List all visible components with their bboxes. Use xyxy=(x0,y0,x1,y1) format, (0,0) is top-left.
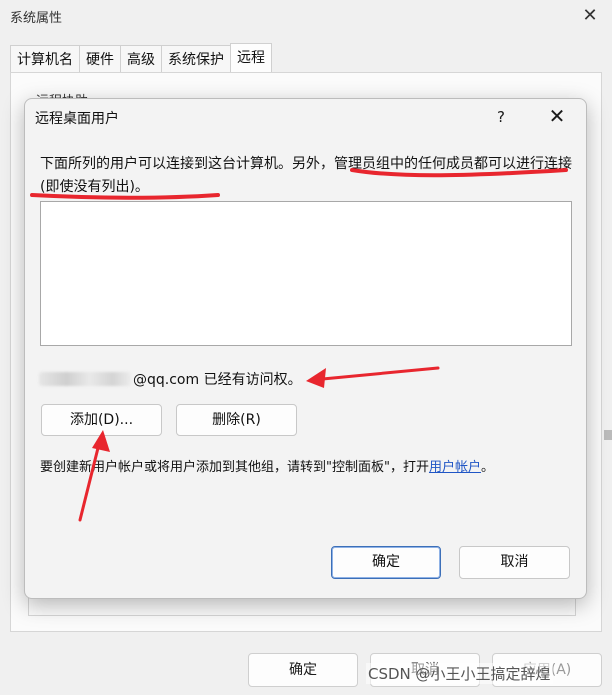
window-edge-detail xyxy=(604,430,612,440)
tab-remote[interactable]: 远程 xyxy=(230,43,272,73)
cancel-button[interactable]: 取消 xyxy=(459,546,570,579)
remote-desktop-users-dialog: 远程桌面用户 ? ✕ 下面所列的用户可以连接到这台计算机。另外，管理员组中的任何… xyxy=(24,98,587,599)
blurred-account-name xyxy=(39,372,131,386)
watermark: CSDN @小王小王搞定辞煌 xyxy=(366,663,553,684)
ok-button[interactable]: 确定 xyxy=(331,546,441,579)
access-status: @qq.com 已经有访问权。 xyxy=(39,369,302,389)
user-accounts-link[interactable]: 用户帐户 xyxy=(429,460,481,475)
close-icon[interactable]: ✕ xyxy=(545,103,569,129)
user-accounts-hint: 要创建新用户帐户或将用户添加到其他组，请转到"控制面板"，打开用户帐户。 xyxy=(40,456,494,475)
dialog-description: 下面所列的用户可以连接到这台计算机。另外，管理员组中的任何成员都可以进行连接(即… xyxy=(40,156,572,195)
hint-text: 要创建新用户帐户或将用户添加到其他组，请转到"控制面板"，打开 xyxy=(40,460,429,475)
user-list[interactable] xyxy=(40,201,572,346)
help-icon[interactable]: ? xyxy=(491,105,511,129)
hint-end: 。 xyxy=(480,460,494,475)
add-button[interactable]: 添加(D)... xyxy=(41,404,162,436)
tab-computer-name[interactable]: 计算机名 xyxy=(10,45,80,73)
tab-bar: 计算机名 硬件 高级 系统保护 远程 xyxy=(10,43,272,73)
tab-system-protection[interactable]: 系统保护 xyxy=(161,45,231,73)
window-title: 系统属性 xyxy=(10,11,63,26)
tab-advanced[interactable]: 高级 xyxy=(120,45,162,73)
tab-hardware[interactable]: 硬件 xyxy=(79,45,121,73)
remove-button[interactable]: 删除(R) xyxy=(176,404,297,436)
system-ok-button[interactable]: 确定 xyxy=(248,653,358,687)
dialog-title: 远程桌面用户 xyxy=(35,111,119,127)
access-status-text: @qq.com 已经有访问权。 xyxy=(133,372,302,388)
close-icon[interactable]: ✕ xyxy=(578,4,602,28)
